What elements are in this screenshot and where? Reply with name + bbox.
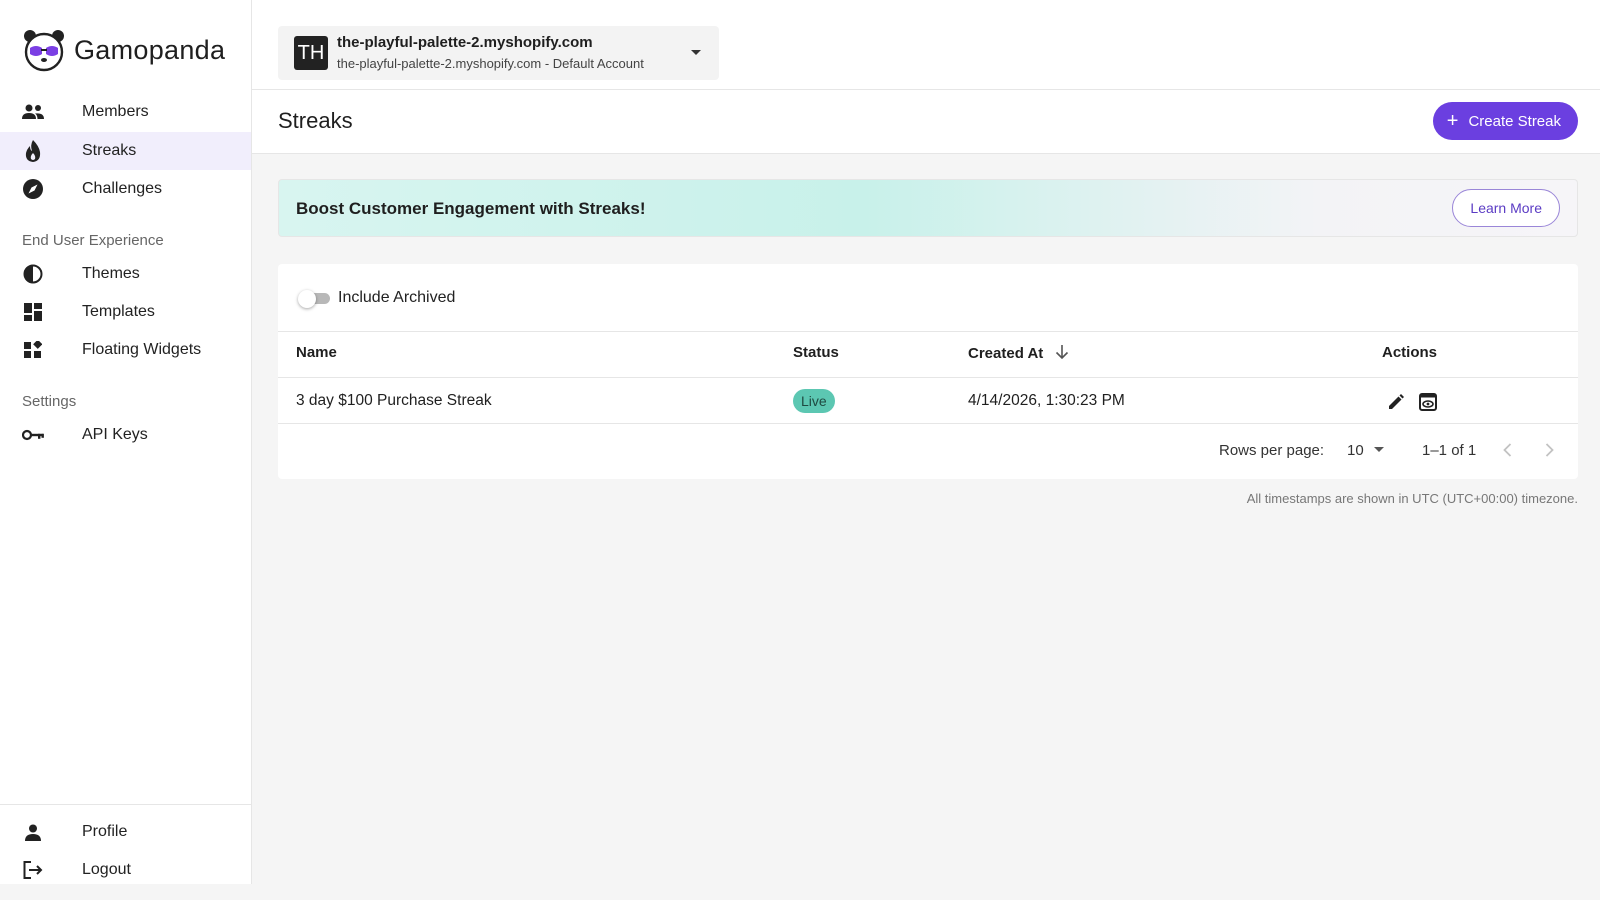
sidebar-item-floating-widgets[interactable]: Floating Widgets — [0, 331, 251, 369]
table-row-divider — [278, 423, 1578, 424]
preview-icon[interactable] — [1418, 392, 1438, 412]
brand[interactable]: Gamopanda — [22, 28, 225, 72]
column-header-status[interactable]: Status — [793, 344, 839, 361]
fire-icon — [22, 140, 44, 162]
promo-banner: Boost Customer Engagement with Streaks! … — [278, 179, 1578, 237]
filter-row: Include Archived — [278, 264, 1578, 332]
page-title: Streaks — [278, 108, 353, 133]
brand-name: Gamopanda — [74, 34, 226, 65]
column-header-name[interactable]: Name — [296, 344, 337, 361]
contrast-icon — [22, 264, 44, 284]
cell-name[interactable]: 3 day $100 Purchase Streak — [296, 392, 492, 410]
section-title-experience: End User Experience — [22, 232, 164, 249]
status-badge: Live — [793, 389, 835, 413]
people-icon — [22, 102, 44, 122]
page-header: Streaks + Create Streak — [252, 90, 1600, 154]
include-archived-toggle[interactable] — [298, 290, 330, 308]
sidebar-item-streaks[interactable]: Streaks — [0, 132, 251, 170]
sidebar-item-label: Streaks — [82, 142, 137, 159]
edit-icon[interactable] — [1386, 392, 1406, 412]
table-header-divider — [278, 377, 1578, 378]
rows-per-page-label: Rows per page: — [1219, 442, 1325, 459]
sidebar-divider — [0, 804, 251, 805]
sidebar-item-label: Members — [82, 103, 149, 120]
column-header-actions: Actions — [1382, 344, 1438, 361]
compass-icon — [22, 179, 44, 199]
rows-per-page-select[interactable]: 10 — [1347, 438, 1384, 462]
widgets-icon — [22, 340, 44, 360]
sidebar-item-label: Floating Widgets — [82, 341, 202, 358]
learn-more-button[interactable]: Learn More — [1452, 189, 1560, 227]
create-streak-button[interactable]: + Create Streak — [1432, 102, 1578, 140]
sidebar-item-logout[interactable]: Logout — [0, 851, 251, 889]
caret-down-icon — [1373, 447, 1384, 452]
toggle-thumb — [298, 290, 316, 308]
sidebar-item-challenges[interactable]: Challenges — [0, 170, 251, 208]
account-subtitle: the-playful-palette-2.myshopify.com - De… — [337, 56, 644, 71]
sidebar-item-label: Challenges — [82, 180, 163, 197]
sidebar-item-profile[interactable]: Profile — [0, 813, 251, 851]
next-page-button[interactable] — [1539, 440, 1559, 460]
top-bar: TH the-playful-palette-2.myshopify.com t… — [252, 0, 1600, 90]
prev-page-button[interactable] — [1497, 440, 1517, 460]
caret-down-icon — [691, 50, 701, 55]
sidebar-item-themes[interactable]: Themes — [0, 255, 251, 293]
banner-message: Boost Customer Engagement with Streaks! — [296, 199, 646, 218]
sidebar-item-api-keys[interactable]: API Keys — [0, 416, 251, 454]
account-avatar: TH — [294, 36, 328, 70]
column-header-created-at-label: Created At — [968, 345, 1044, 362]
key-icon — [22, 425, 44, 445]
create-streak-label: Create Streak — [1468, 112, 1561, 130]
dashboard-icon — [22, 302, 44, 322]
streaks-table-card: Include Archived Name Status Created At … — [278, 264, 1578, 479]
sidebar: Gamopanda Members Streaks Challenges End… — [0, 0, 252, 884]
section-title-settings: Settings — [22, 393, 77, 410]
include-archived-label: Include Archived — [338, 289, 456, 306]
cell-created-at: 4/14/2026, 1:30:23 PM — [968, 392, 1125, 409]
sidebar-item-label: Profile — [82, 823, 128, 840]
person-icon — [22, 822, 44, 842]
sidebar-item-label: Themes — [82, 265, 140, 282]
sort-arrow-down-icon — [1056, 345, 1069, 360]
chevron-right-icon — [1545, 443, 1554, 457]
sidebar-item-label: Logout — [82, 861, 131, 878]
sidebar-item-members[interactable]: Members — [0, 93, 251, 131]
sidebar-item-templates[interactable]: Templates — [0, 293, 251, 331]
sidebar-item-label: API Keys — [82, 426, 148, 443]
logout-icon — [22, 860, 44, 880]
panda-logo-icon — [24, 30, 64, 72]
plus-icon: + — [1446, 110, 1459, 132]
chevron-left-icon — [1502, 443, 1511, 457]
column-header-created-at[interactable]: Created At — [968, 344, 1069, 362]
account-switcher[interactable]: TH the-playful-palette-2.myshopify.com t… — [278, 26, 719, 80]
pagination-range: 1–1 of 1 — [1422, 442, 1477, 459]
account-store-name: the-playful-palette-2.myshopify.com — [337, 34, 593, 51]
sidebar-item-label: Templates — [82, 303, 155, 320]
rows-per-page-value: 10 — [1347, 441, 1364, 459]
timezone-note: All timestamps are shown in UTC (UTC+00:… — [1246, 491, 1578, 506]
